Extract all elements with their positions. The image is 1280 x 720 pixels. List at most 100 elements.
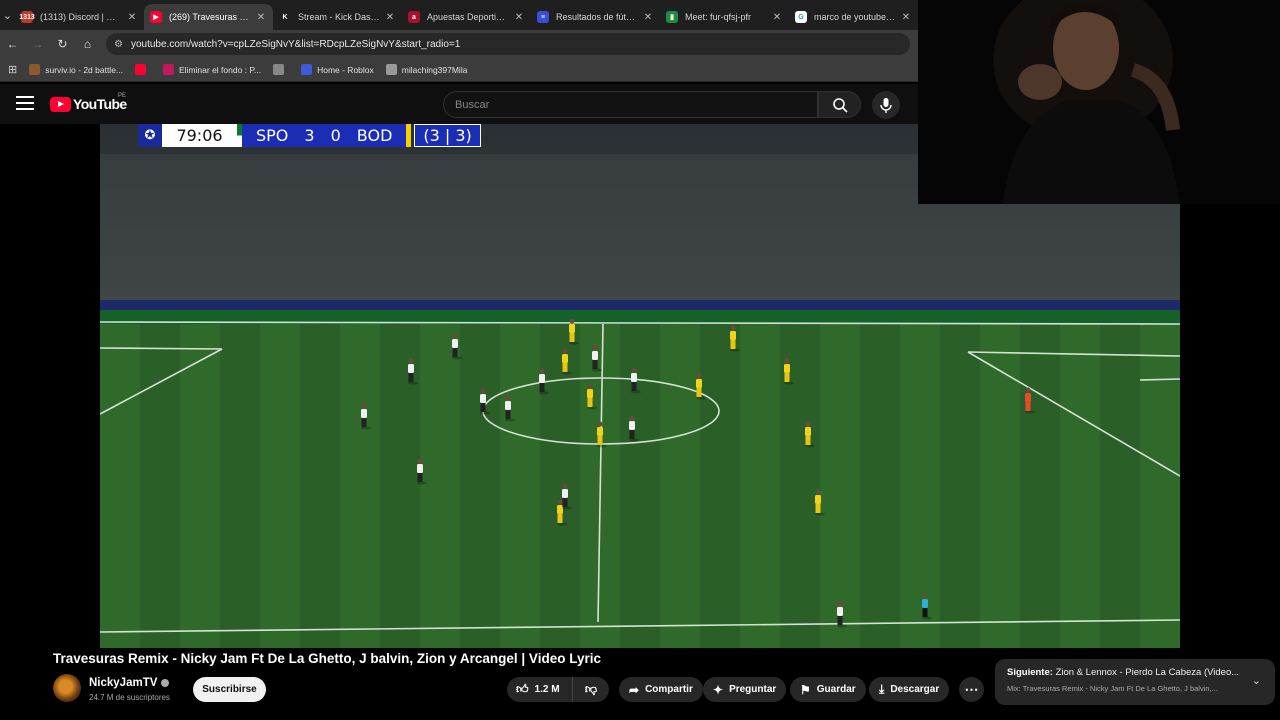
- search-placeholder: Buscar: [455, 99, 490, 111]
- bookmark-item[interactable]: milaching397Mila: [385, 64, 467, 75]
- browser-toolbar: ← → ↻ ⌂ ⚙ youtube.com/watch?v=cpLZeSigNv…: [0, 30, 918, 58]
- youtube-play-icon: [50, 96, 71, 112]
- channel-name-row[interactable]: NickyJamTV: [89, 677, 170, 689]
- download-button[interactable]: ⤓ Descargar: [869, 677, 950, 702]
- bookmarks-container: surviv.io - 2d battle... Eliminar el fond…: [29, 64, 479, 75]
- hamburger-menu-icon[interactable]: [16, 96, 34, 110]
- home-team: SPO: [256, 126, 289, 145]
- home-score: 3: [304, 126, 315, 145]
- bookmark-item[interactable]: [273, 64, 289, 75]
- tab-close-icon[interactable]: ✕: [642, 12, 654, 23]
- subscribe-button[interactable]: Suscribirse: [193, 677, 266, 702]
- apps-grid-icon[interactable]: ⊞: [8, 63, 17, 76]
- tab-favicon-icon: 1313: [19, 11, 35, 23]
- up-next-line: Siguiente: Zion & Lennox - Pierdo La Cab…: [1007, 667, 1242, 678]
- match-scorebug: ✪ 79:06 SPO 3 0 BOD (3 | 3): [138, 124, 481, 147]
- search-input[interactable]: Buscar: [443, 91, 818, 118]
- tab-favicon-icon: a: [408, 11, 420, 23]
- tab-close-icon[interactable]: ✕: [384, 12, 396, 23]
- search-icon: [833, 98, 848, 113]
- tab-close-icon[interactable]: ✕: [771, 12, 783, 23]
- share-button[interactable]: ➦ Compartir: [619, 677, 703, 702]
- channel-name[interactable]: NickyJamTV: [89, 677, 157, 689]
- bookmark-favicon-icon: [163, 64, 175, 75]
- browser-tab-strip: ⌄ 1313 (1313) Discord | @Chill ✕ ▶ (269) Tra…: [0, 0, 918, 30]
- tab-close-icon[interactable]: ✕: [126, 12, 138, 23]
- bookmark-label: Home - Roblox: [317, 64, 374, 75]
- like-button[interactable]: 👍︎ 1.2 M: [507, 677, 573, 702]
- subscriber-count: 24.7 M de suscriptores: [89, 693, 170, 702]
- reload-icon[interactable]: ↻: [50, 37, 75, 51]
- url-text: youtube.com/watch?v=cpLZeSigNvY&list=RDc…: [130, 38, 461, 50]
- aggregate-score: (3 | 3): [414, 124, 481, 147]
- home-icon[interactable]: ⌂: [75, 37, 100, 51]
- tab-close-icon[interactable]: ✕: [255, 12, 267, 23]
- tab-favicon-icon: K: [279, 11, 291, 23]
- tab-title: Meet: fur-qfsj-pfr: [685, 12, 752, 22]
- like-count: 1.2 M: [534, 684, 560, 695]
- download-icon: ⤓: [879, 682, 885, 696]
- bookmark-item[interactable]: [135, 64, 151, 75]
- site-settings-icon[interactable]: ⚙: [114, 39, 123, 50]
- channel-avatar[interactable]: [53, 674, 81, 702]
- microphone-button[interactable]: [872, 91, 900, 119]
- tab-close-icon[interactable]: ✕: [900, 12, 912, 23]
- microphone-icon: [880, 98, 892, 113]
- forward-arrow-icon[interactable]: →: [25, 37, 50, 51]
- browser-tab[interactable]: K Stream - Kick Dashboard ✕: [273, 4, 402, 30]
- tab-title: (1313) Discord | @Chill: [40, 12, 122, 22]
- browser-tab[interactable]: ≡ Resultados de fútbol ✕: [531, 4, 660, 30]
- tab-search-chevron-icon[interactable]: ⌄: [0, 0, 15, 30]
- share-arrow-icon: ➦: [629, 682, 640, 697]
- bookmark-item[interactable]: surviv.io - 2d battle...: [29, 64, 123, 75]
- up-next-card[interactable]: Siguiente: Zion & Lennox - Pierdo La Cab…: [995, 659, 1275, 705]
- away-score: 0: [330, 126, 341, 145]
- tab-title: marco de youtube - Goo: [814, 12, 896, 22]
- away-team-color-stripe: [406, 124, 412, 147]
- search-button[interactable]: [818, 91, 861, 118]
- thumbs-up-icon: 👍︎: [516, 682, 529, 696]
- champions-league-star-icon: ✪: [138, 124, 162, 147]
- bookmark-favicon-icon: [273, 64, 285, 75]
- away-team: BOD: [356, 126, 393, 145]
- share-label: Compartir: [645, 684, 693, 695]
- bookmark-label: Eliminar el fondo : P...: [179, 64, 262, 75]
- tab-title: Resultados de fútbol: [556, 12, 638, 22]
- up-next-mix: Mix: Travesuras Remix - Nicky Jam Ft De …: [1007, 684, 1218, 693]
- browser-tab[interactable]: ▮ Meet: fur-qfsj-pfr ✕: [660, 4, 789, 30]
- up-next-title: Zion & Lennox - Pierdo La Cabeza (Video.…: [1055, 667, 1240, 678]
- bookmark-label: surviv.io - 2d battle...: [45, 64, 124, 75]
- dislike-button[interactable]: 👎︎: [573, 677, 609, 702]
- tab-title: (269) Travesuras Remix: [169, 12, 251, 22]
- tab-favicon-icon: ▮: [666, 11, 678, 23]
- bookmark-favicon-icon: [29, 64, 41, 75]
- bookmark-item[interactable]: Eliminar el fondo : P...: [163, 64, 261, 75]
- address-bar[interactable]: ⚙ youtube.com/watch?v=cpLZeSigNvY&list=R…: [106, 33, 910, 55]
- more-actions-icon[interactable]: ⋯: [959, 677, 984, 702]
- back-arrow-icon[interactable]: ←: [0, 37, 25, 51]
- download-label: Descargar: [890, 684, 940, 695]
- browser-tab[interactable]: ▶ (269) Travesuras Remix ✕: [144, 4, 273, 30]
- match-clock: 79:06: [162, 124, 237, 147]
- thumbs-down-icon: 👎︎: [584, 682, 598, 696]
- tab-title: Stream - Kick Dashboard: [298, 12, 380, 22]
- browser-tab[interactable]: Gmarco de youtube - Goo ✕: [789, 4, 918, 30]
- browser-tab[interactable]: 1313 (1313) Discord | @Chill ✕: [15, 4, 144, 30]
- bookmark-favicon-icon: [385, 64, 397, 75]
- ask-button[interactable]: ✦ Preguntar: [703, 677, 787, 702]
- save-button[interactable]: ⚑ Guardar: [790, 677, 866, 702]
- webcam-overlay: [918, 0, 1280, 204]
- webcam-person-image: [918, 0, 1280, 204]
- bookmark-icon: ⚑: [800, 682, 811, 697]
- chevron-down-icon[interactable]: ⌄: [1252, 674, 1261, 687]
- bookmarks-bar: ⊞ surviv.io - 2d battle... Eliminar el fo…: [0, 58, 918, 82]
- bookmark-item[interactable]: Home - Roblox: [301, 64, 374, 75]
- browser-tab[interactable]: a Apuestas Deportivas ✕: [402, 4, 531, 30]
- ask-label: Preguntar: [729, 684, 777, 695]
- score-main: SPO 3 0 BOD: [242, 124, 407, 147]
- tab-close-icon[interactable]: ✕: [513, 12, 525, 23]
- tab-favicon-icon: ▶: [150, 11, 162, 23]
- video-title: Travesuras Remix - Nicky Jam Ft De La Gh…: [53, 651, 601, 666]
- save-label: Guardar: [816, 684, 856, 695]
- youtube-logo[interactable]: YouTube PE: [50, 93, 127, 112]
